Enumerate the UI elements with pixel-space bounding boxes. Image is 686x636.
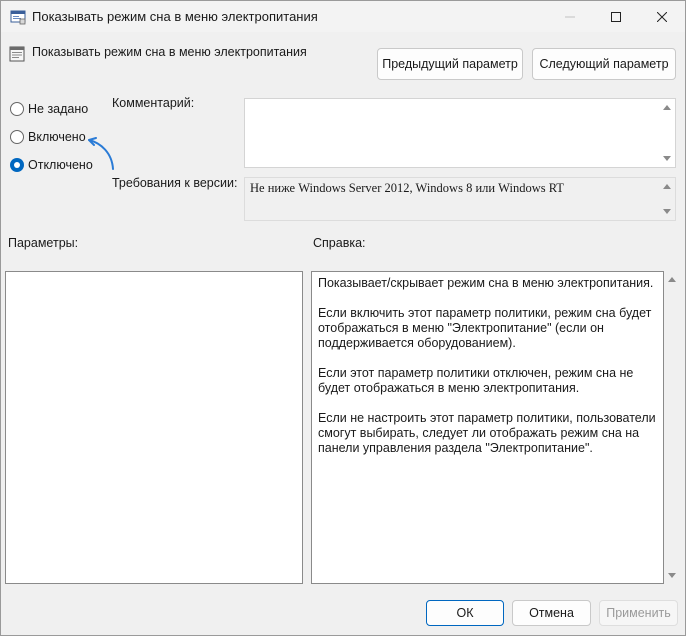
params-label: Параметры: — [8, 236, 79, 250]
radio-not-configured[interactable]: Не задано — [10, 100, 88, 118]
maximize-icon — [611, 11, 621, 22]
minimize-button[interactable] — [547, 1, 593, 32]
cancel-button[interactable]: Отмена — [512, 600, 591, 626]
requirements-scrollbar[interactable] — [659, 178, 675, 220]
scroll-up-icon[interactable] — [663, 184, 671, 189]
radio-label: Не задано — [28, 102, 89, 116]
comment-field[interactable] — [244, 98, 676, 168]
window-title: Показывать режим сна в меню электропитан… — [32, 9, 318, 24]
policy-name: Показывать режим сна в меню электропитан… — [32, 45, 307, 59]
help-paragraph: Если не настроить этот параметр политики… — [318, 411, 656, 455]
radio-label: Включено — [28, 130, 86, 144]
requirements-value: Не ниже Windows Server 2012, Windows 8 и… — [250, 181, 564, 195]
help-text: Показывает/скрывает режим сна в меню эле… — [318, 276, 656, 471]
comment-scrollbar[interactable] — [659, 99, 675, 167]
policy-setting-icon — [9, 46, 25, 62]
requirements-field: Не ниже Windows Server 2012, Windows 8 и… — [244, 177, 676, 221]
comment-label: Комментарий: — [112, 96, 195, 110]
radio-button-checked[interactable] — [10, 158, 24, 172]
scroll-down-icon[interactable] — [668, 573, 676, 578]
scroll-down-icon[interactable] — [663, 209, 671, 214]
title-bar: Показывать режим сна в меню электропитан… — [1, 1, 685, 32]
radio-enabled[interactable]: Включено — [10, 128, 86, 146]
params-panel — [5, 271, 303, 584]
next-setting-button[interactable]: Следующий параметр — [532, 48, 676, 80]
close-icon — [657, 11, 667, 22]
radio-button[interactable] — [10, 130, 24, 144]
scroll-up-icon[interactable] — [668, 277, 676, 282]
apply-button[interactable]: Применить — [599, 600, 678, 626]
help-label: Справка: — [313, 236, 366, 250]
help-paragraph: Показывает/скрывает режим сна в меню эле… — [318, 276, 654, 290]
policy-window-icon — [10, 9, 26, 25]
radio-button[interactable] — [10, 102, 24, 116]
minimize-icon — [565, 16, 575, 17]
scroll-down-icon[interactable] — [663, 156, 671, 161]
help-panel: Показывает/скрывает режим сна в меню эле… — [311, 271, 664, 584]
maximize-button[interactable] — [593, 1, 639, 32]
help-scrollbar[interactable] — [664, 271, 679, 584]
previous-setting-button[interactable]: Предыдущий параметр — [377, 48, 523, 80]
close-button[interactable] — [639, 1, 685, 32]
annotation-arrow-icon — [88, 137, 114, 170]
help-paragraph: Если включить этот параметр политики, ре… — [318, 306, 652, 350]
scroll-up-icon[interactable] — [663, 105, 671, 110]
requirements-label: Требования к версии: — [112, 176, 238, 190]
ok-button[interactable]: ОК — [426, 600, 504, 626]
help-paragraph: Если этот параметр политики отключен, ре… — [318, 366, 634, 395]
policy-dialog: Показывать режим сна в меню электропитан… — [0, 0, 686, 636]
